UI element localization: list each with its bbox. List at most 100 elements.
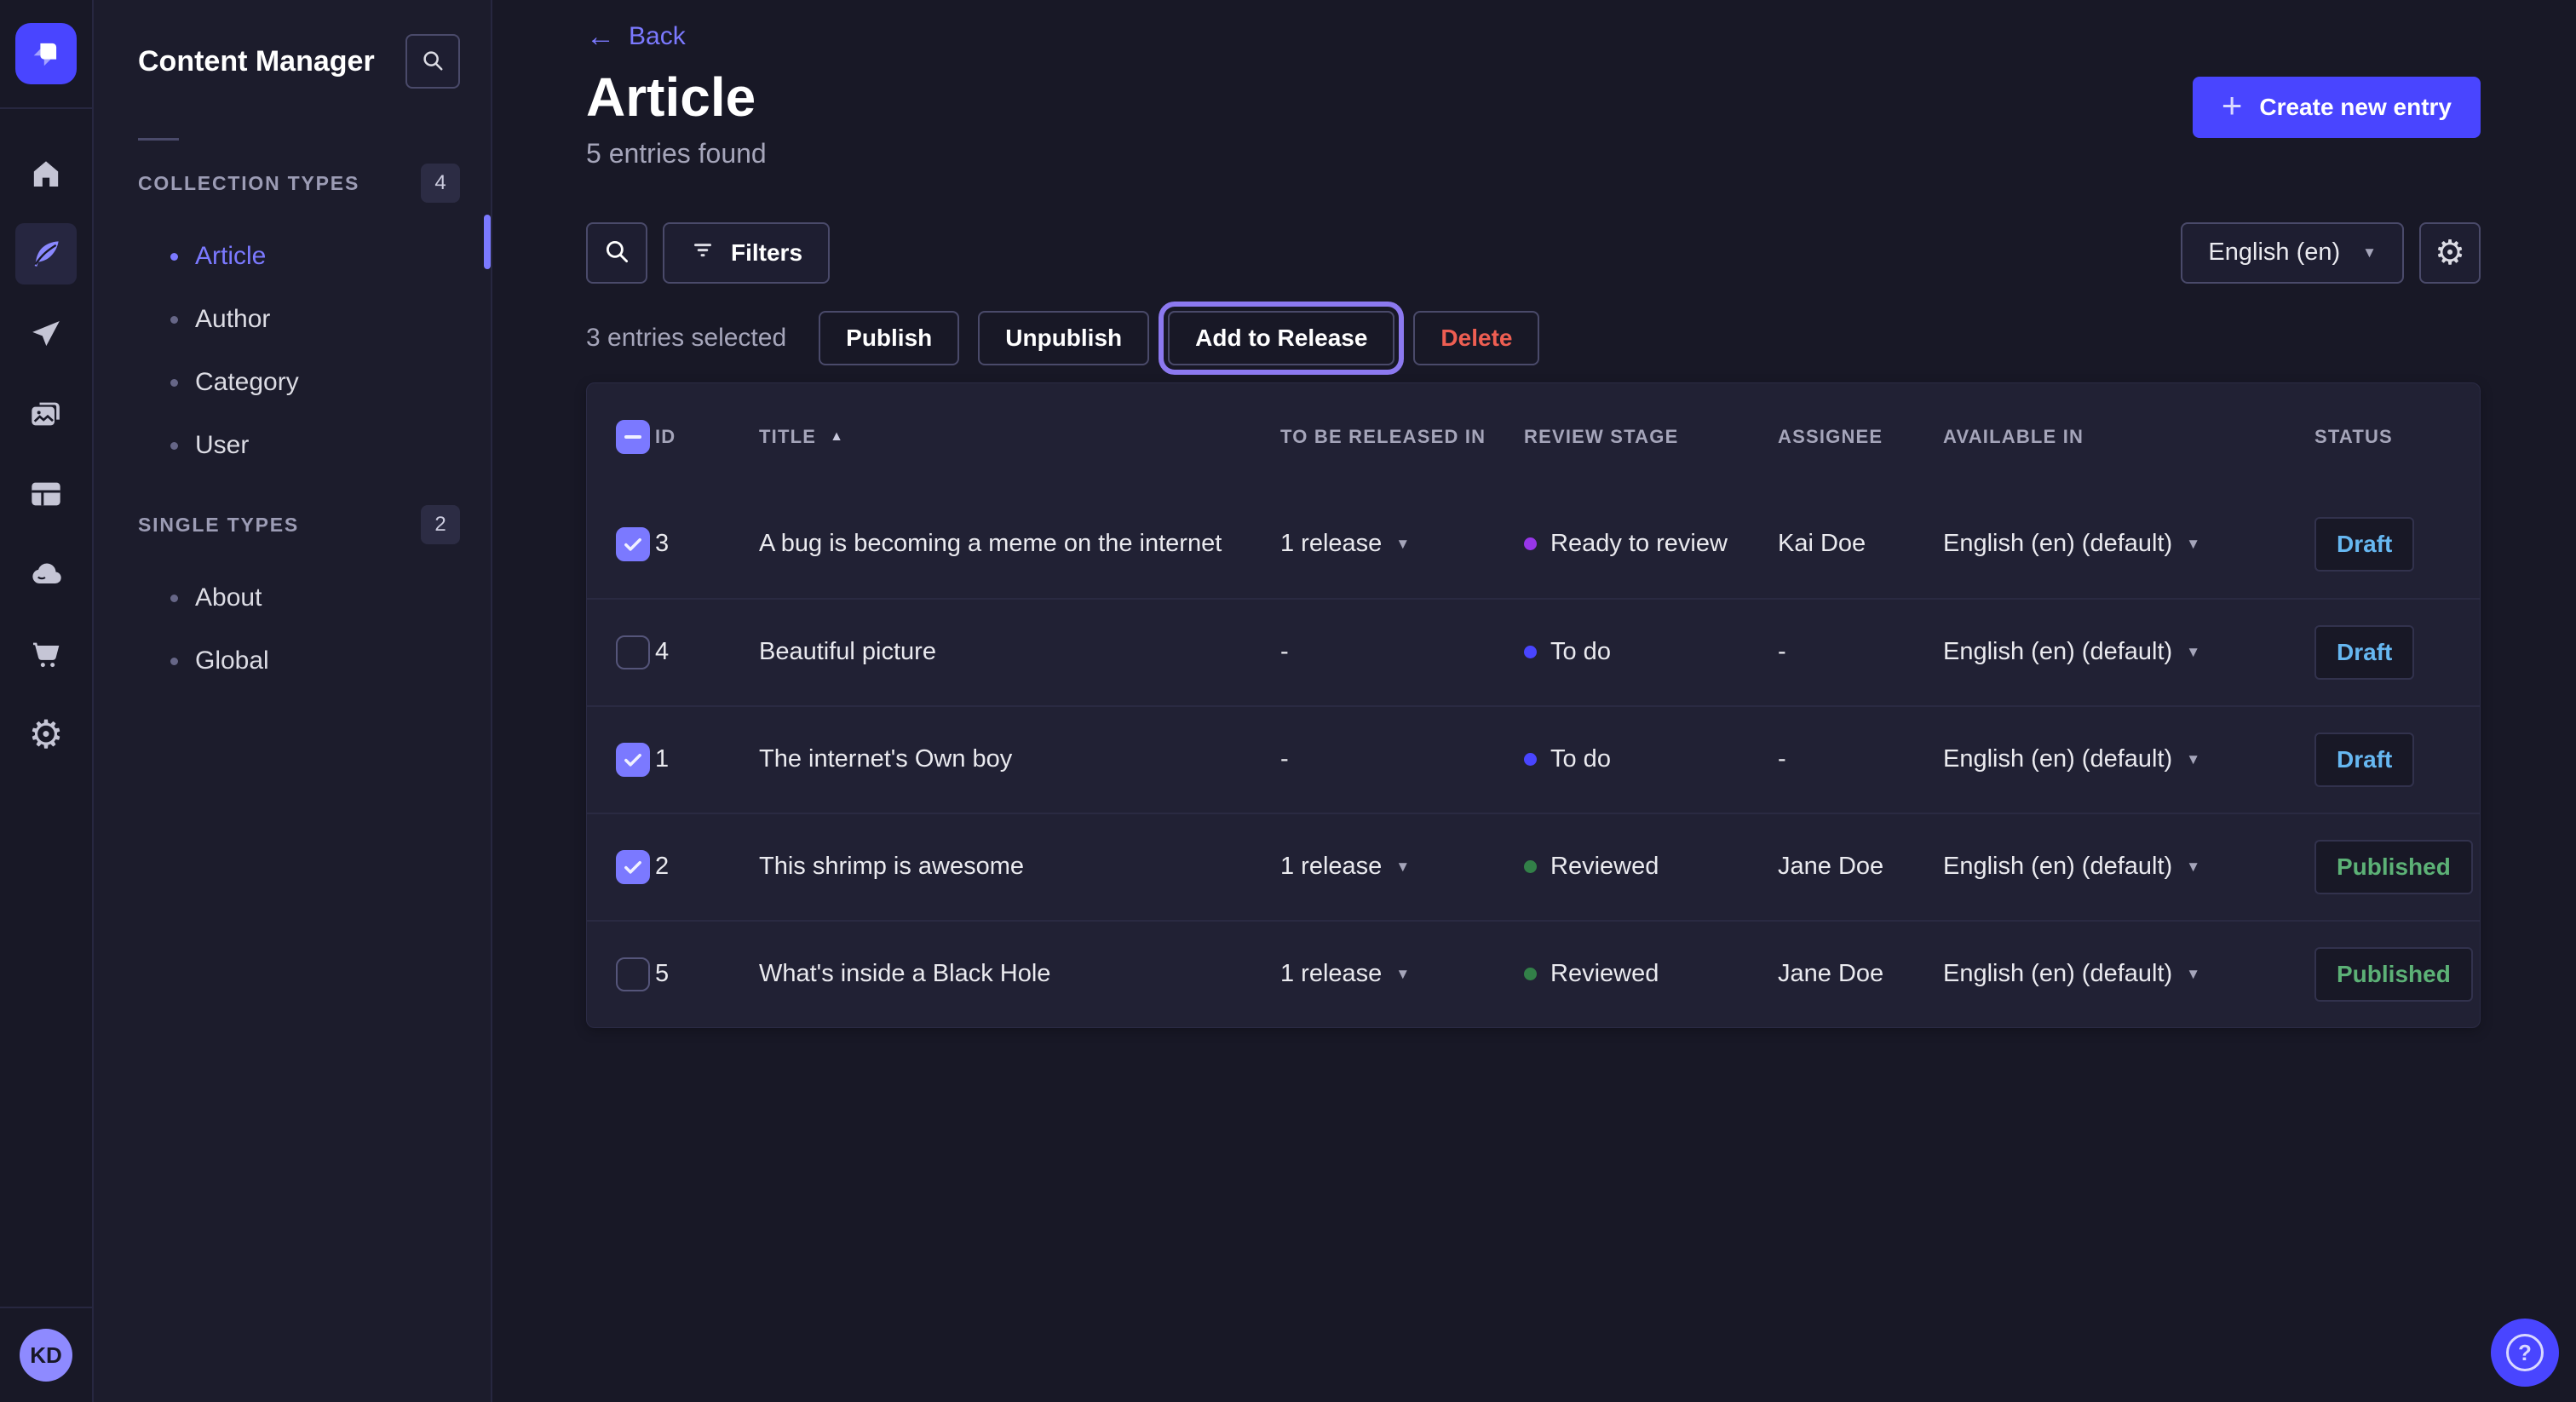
subnav-search-button[interactable] <box>405 34 460 89</box>
cell-available-in[interactable]: English (en) (default)▼ <box>1943 530 2314 558</box>
search-icon <box>420 48 446 76</box>
stage-label: To do <box>1550 745 1611 773</box>
section-label: COLLECTION TYPES <box>138 172 359 195</box>
sidebar-item-label: Article <box>195 242 266 271</box>
column-header-title[interactable]: TITLE▲ <box>759 426 1280 448</box>
cell-status: Draft <box>2314 517 2480 572</box>
sidebar-item-article[interactable]: Article <box>94 225 491 288</box>
status-badge: Draft <box>2314 517 2414 572</box>
cell-review-stage: Reviewed <box>1524 960 1778 988</box>
search-button[interactable] <box>586 222 647 284</box>
cell-title: The internet's Own boy <box>759 745 1280 773</box>
row-checkbox-cell <box>587 743 655 777</box>
row-checkbox-cell <box>587 957 655 991</box>
selected-count: 3 entries selected <box>586 324 786 353</box>
filters-button[interactable]: Filters <box>663 222 830 284</box>
delete-button[interactable]: Delete <box>1413 311 1539 365</box>
table-row[interactable]: 1The internet's Own boy-To do-English (e… <box>587 705 2480 813</box>
sidebar-item-author[interactable]: Author <box>94 288 491 351</box>
home-icon <box>29 157 63 191</box>
sidebar-item-category[interactable]: Category <box>94 351 491 414</box>
back-link[interactable]: ← Back <box>586 22 686 51</box>
strapi-logo[interactable] <box>15 23 77 84</box>
releases-icon <box>29 317 63 351</box>
rail-item-content-type-builder[interactable] <box>15 463 77 525</box>
page-title: Article <box>586 66 767 129</box>
column-header-label: ID <box>655 426 676 448</box>
cell-review-stage: To do <box>1524 745 1778 773</box>
column-header-label: TO BE RELEASED IN <box>1280 426 1486 448</box>
table-row[interactable]: 5What's inside a Black Hole1 release▼Rev… <box>587 920 2480 1027</box>
cell-to-be-released-in[interactable]: 1 release▼ <box>1280 530 1524 558</box>
column-header-assignee[interactable]: ASSIGNEE <box>1778 426 1943 448</box>
column-header-review-stage[interactable]: REVIEW STAGE <box>1524 426 1778 448</box>
cell-to-be-released-in[interactable]: 1 release▼ <box>1280 960 1524 988</box>
row-checkbox[interactable] <box>616 957 650 991</box>
rail-item-settings[interactable]: ⚙︎ <box>15 704 77 765</box>
table-header-row: ID TITLE▲TO BE RELEASED IN REVIEW STAGEASS… <box>587 383 2480 491</box>
rail-item-deploy[interactable] <box>15 543 77 605</box>
column-header-available-in[interactable]: AVAILABLE IN <box>1943 426 2314 448</box>
release-value: - <box>1280 745 1289 773</box>
section-label: SINGLE TYPES <box>138 514 299 537</box>
user-avatar[interactable]: KD <box>20 1329 72 1382</box>
search-icon <box>602 237 631 268</box>
column-header-id[interactable]: ID <box>655 426 759 448</box>
column-header-to-be-released-in[interactable]: TO BE RELEASED IN <box>1280 426 1524 448</box>
subnav-sections: COLLECTION TYPES4ArticleAuthorCategoryUs… <box>94 164 491 692</box>
cell-review-stage: Reviewed <box>1524 853 1778 881</box>
table-row[interactable]: 3A bug is becoming a meme on the interne… <box>587 491 2480 598</box>
bullet-icon <box>170 316 178 324</box>
rail-item-releases[interactable] <box>15 303 77 365</box>
row-checkbox[interactable] <box>616 850 650 884</box>
locale-select[interactable]: English (en) ▼ <box>2181 222 2404 284</box>
unpublish-button[interactable]: Unpublish <box>978 311 1149 365</box>
help-button[interactable]: ? <box>2491 1319 2559 1387</box>
row-checkbox[interactable] <box>616 743 650 777</box>
row-checkbox[interactable] <box>616 527 650 561</box>
back-arrow-icon: ← <box>586 22 615 51</box>
section-header: SINGLE TYPES2 <box>94 505 491 544</box>
chevron-down-icon: ▼ <box>2186 967 2200 981</box>
publish-button[interactable]: Publish <box>819 311 959 365</box>
bullet-icon <box>170 658 178 665</box>
cell-to-be-released-in[interactable]: 1 release▼ <box>1280 853 1524 881</box>
cell-available-in[interactable]: English (en) (default)▼ <box>1943 638 2314 666</box>
row-checkbox[interactable] <box>616 635 650 669</box>
cell-to-be-released-in: - <box>1280 638 1524 666</box>
strapi-logo-icon <box>27 35 65 72</box>
table-row[interactable]: 4Beautiful picture-To do-English (en) (d… <box>587 598 2480 705</box>
row-checkbox-cell <box>587 527 655 561</box>
status-badge: Published <box>2314 947 2473 1002</box>
cell-available-in[interactable]: English (en) (default)▼ <box>1943 853 2314 881</box>
cell-assignee: Jane Doe <box>1778 853 1943 881</box>
create-entry-button[interactable]: + Create new entry <box>2193 77 2481 138</box>
cell-available-in[interactable]: English (en) (default)▼ <box>1943 745 2314 773</box>
column-header-status[interactable]: STATUS <box>2314 426 2480 448</box>
sidebar-item-about[interactable]: About <box>94 566 491 629</box>
chevron-down-icon: ▼ <box>2186 537 2200 551</box>
section-items: AboutGlobal <box>94 566 491 692</box>
rail-item-home[interactable] <box>15 143 77 204</box>
cell-status: Published <box>2314 947 2480 1002</box>
table-row[interactable]: 2This shrimp is awesome1 release▼Reviewe… <box>587 813 2480 920</box>
view-settings-button[interactable]: ⚙︎ <box>2419 222 2481 284</box>
release-value: - <box>1280 638 1289 666</box>
bullet-icon <box>170 595 178 602</box>
subnav-section: COLLECTION TYPES4ArticleAuthorCategoryUs… <box>94 164 491 477</box>
add-to-release-button[interactable]: Add to Release <box>1168 311 1394 365</box>
rail-item-media-library[interactable] <box>15 383 77 445</box>
create-entry-label: Create new entry <box>2259 94 2452 121</box>
column-header-label: ASSIGNEE <box>1778 426 1883 448</box>
select-all-checkbox[interactable] <box>616 420 650 454</box>
status-badge: Draft <box>2314 733 2414 787</box>
cell-id: 1 <box>655 745 759 773</box>
sidebar-item-user[interactable]: User <box>94 414 491 477</box>
rail-item-marketplace[interactable] <box>15 623 77 685</box>
header-checkbox-cell <box>587 420 655 454</box>
chevron-down-icon: ▼ <box>2362 245 2377 260</box>
cell-available-in[interactable]: English (en) (default)▼ <box>1943 960 2314 988</box>
rail-item-content-manager[interactable] <box>15 223 77 284</box>
cell-assignee: Kai Doe <box>1778 530 1943 558</box>
sidebar-item-global[interactable]: Global <box>94 629 491 692</box>
